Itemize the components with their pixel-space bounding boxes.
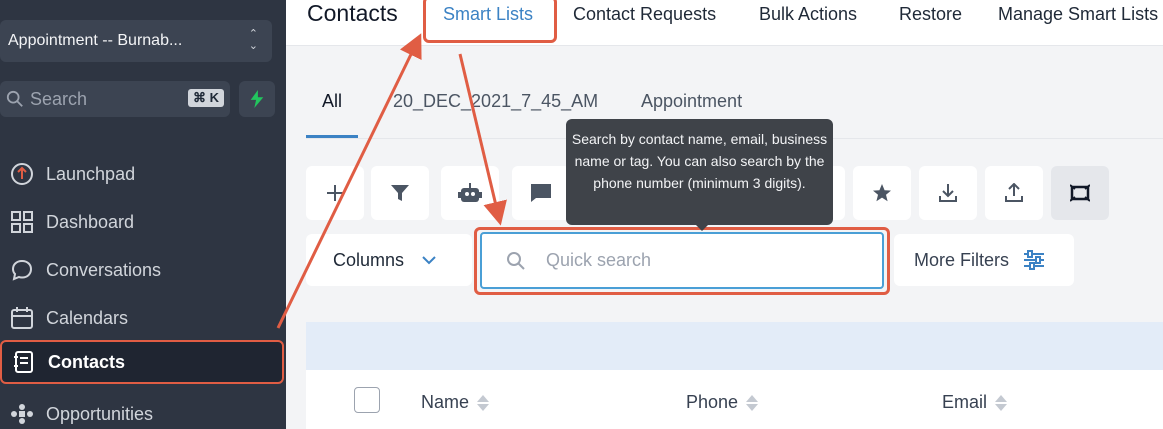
smart-lists-highlight [423,0,557,43]
contacts-panel: All 20_DEC_2021_7_45_AM Appointment Sear… [306,58,1163,429]
sidebar-item-label: Launchpad [46,163,136,184]
sidebar-search[interactable]: Search ⌘ K [0,81,230,117]
search-icon [6,90,23,107]
merge-duplicates-button[interactable] [1051,166,1109,220]
column-header-label: Email [942,392,988,412]
upload-icon [1005,183,1023,202]
quick-actions-button[interactable] [239,81,275,117]
message-icon [531,184,551,202]
top-navigation: Contacts Smart Lists Contact Requests Bu… [286,0,1163,46]
sidebar-search-placeholder: Search [30,88,88,109]
sidebar-item-contacts[interactable]: Contacts [0,340,284,384]
sidebar-item-label: Contacts [48,351,126,372]
review-request-button[interactable] [853,166,911,220]
quick-search-tooltip: Search by contact name, email, business … [566,119,833,231]
location-name: Appointment -- Burnab... [8,32,183,49]
download-icon [939,184,957,202]
subtab-all[interactable]: All [322,91,342,112]
opportunities-icon [11,404,33,424]
quick-search-placeholder: Quick search [546,250,652,270]
column-header-label: Phone [686,392,739,412]
more-filters-button[interactable]: More Filters [894,234,1074,286]
column-header-phone[interactable]: Phone [686,392,759,413]
page-title: Contacts [307,0,398,26]
subtab-appointment[interactable]: Appointment [641,91,742,112]
columns-dropdown[interactable]: Columns [306,234,472,286]
location-switcher[interactable]: Appointment -- Burnab... ⌃ ⌄ [0,20,272,62]
sort-icon [477,394,490,411]
tab-contact-requests[interactable]: Contact Requests [573,4,716,25]
sidebar-item-label: Conversations [46,259,162,280]
main-content: Contacts Smart Lists Contact Requests Bu… [286,0,1163,429]
dashboard-icon [11,211,33,233]
column-header-email[interactable]: Email [942,392,1008,413]
column-header-name[interactable]: Name [421,392,490,413]
sidebar-item-conversations[interactable]: Conversations [0,248,284,292]
robot-icon [458,183,482,202]
tab-bulk-actions[interactable]: Bulk Actions [759,4,857,25]
launchpad-icon [11,163,33,185]
search-shortcut-badge: ⌘ K [188,89,224,107]
automation-button[interactable] [441,166,499,220]
contacts-book-icon [14,351,33,373]
sidebar-item-launchpad[interactable]: Launchpad [0,152,284,196]
lightning-icon [250,90,264,108]
sort-icon [995,394,1008,411]
sidebar-item-label: Opportunities [46,403,154,424]
sliders-icon [1024,250,1045,270]
tab-manage-smart-lists[interactable]: Manage Smart Lists [998,4,1158,25]
sidebar-item-label: Dashboard [46,211,135,232]
add-contact-button[interactable] [306,166,364,220]
star-icon [873,184,891,202]
sidebar: Appointment -- Burnab... ⌃ ⌄ Search ⌘ K L… [0,0,286,429]
filter-icon [391,185,409,201]
column-header-label: Name [421,392,470,412]
chat-bubble-icon [11,259,33,281]
sort-icon [746,394,759,411]
select-all-checkbox[interactable] [354,387,380,413]
search-icon [507,251,525,270]
chevron-down-icon [422,256,436,265]
send-sms-button[interactable] [512,166,570,220]
sidebar-item-dashboard[interactable]: Dashboard [0,200,284,244]
chevron-updown-icon: ⌃ ⌄ [248,28,258,52]
subtab-smart-list-dec[interactable]: 20_DEC_2021_7_45_AM [393,91,598,112]
import-button[interactable] [985,166,1043,220]
merge-icon [1070,184,1090,202]
table-banner [306,322,1163,370]
export-button[interactable] [919,166,977,220]
more-filters-label: More Filters [914,249,1010,270]
sidebar-item-opportunities[interactable]: Opportunities [0,392,284,429]
sidebar-item-calendars[interactable]: Calendars [0,296,284,340]
quick-search-input[interactable]: Quick search [480,232,884,289]
add-icon [327,185,343,201]
tab-restore[interactable]: Restore [899,4,962,25]
calendar-icon [11,307,33,329]
columns-label: Columns [333,249,405,270]
filter-button[interactable] [371,166,429,220]
sidebar-item-label: Calendars [46,307,129,328]
